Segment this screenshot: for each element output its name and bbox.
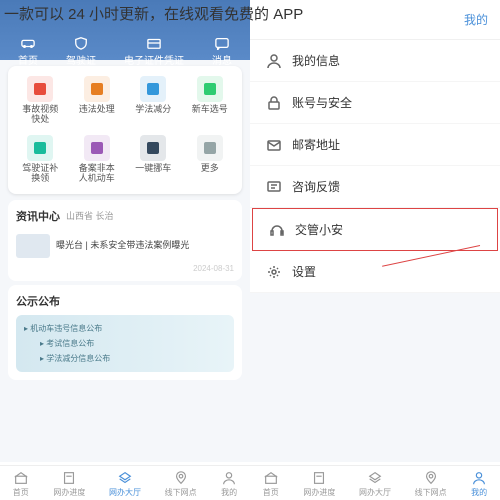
notice-title: 公示公布 <box>16 293 234 309</box>
page-title: 一款可以 24 小时更新，在线观看免费的 APP <box>4 4 303 25</box>
nav-3[interactable]: 线下网点 <box>415 470 447 498</box>
grid-item-4[interactable]: 驾驶证补换领 <box>12 135 69 184</box>
nav-2[interactable]: 网办大厅 <box>359 470 391 498</box>
notice-item[interactable]: ▸ 学法减分信息公布 <box>24 351 226 366</box>
right-app-screenshot: 我的 我的信息 账号与安全 邮寄地址 咨询反馈 交管小安 设置 首页 网办进度 … <box>250 0 500 500</box>
notice-item[interactable]: ▸ 考试信息公布 <box>24 336 226 351</box>
grid-item-1[interactable]: 违法处理 <box>69 76 126 125</box>
nav-3[interactable]: 线下网点 <box>165 470 197 498</box>
menu-label: 邮寄地址 <box>292 136 340 153</box>
grid-item-2[interactable]: 学法减分 <box>125 76 182 125</box>
right-header-title: 我的 <box>464 11 488 28</box>
menu-label: 设置 <box>292 263 316 280</box>
nav-4[interactable]: 我的 <box>220 470 238 498</box>
grid-item-7[interactable]: 更多 <box>182 135 239 184</box>
nav-4[interactable]: 我的 <box>470 470 488 498</box>
menu-user[interactable]: 我的信息 <box>250 40 500 82</box>
top-tab-card[interactable]: 电子证件凭证 <box>124 36 184 67</box>
menu-label: 我的信息 <box>292 52 340 69</box>
grid-item-3[interactable]: 新车选号 <box>182 76 239 125</box>
menu-feedback[interactable]: 咨询反馈 <box>250 166 500 208</box>
grid-item-5[interactable]: 备案非本人机动车 <box>69 135 126 184</box>
nav-1[interactable]: 网办进度 <box>53 470 85 498</box>
news-item[interactable]: 曝光台 | 未系安全带违法案例曝光 <box>16 230 234 262</box>
grid-item-6[interactable]: 一键挪车 <box>125 135 182 184</box>
menu-lock[interactable]: 账号与安全 <box>250 82 500 124</box>
news-location: 山西省 长治 <box>66 209 114 222</box>
menu-gear[interactable]: 设置 <box>250 251 500 293</box>
menu-headset[interactable]: 交管小安 <box>252 208 498 251</box>
news-title: 资讯中心 <box>16 208 60 224</box>
top-tab-chat[interactable]: 消息 <box>212 36 232 67</box>
grid-item-0[interactable]: 事故视频快处 <box>12 76 69 125</box>
menu-mail[interactable]: 邮寄地址 <box>250 124 500 166</box>
left-app-screenshot: 首页 驾驶证 电子证件凭证 消息 事故视频快处 违法处理 学法减分 新车选号 驾… <box>0 0 250 500</box>
notice-item[interactable]: ▸ 机动车违号信息公布 <box>24 321 226 336</box>
menu-label: 交管小安 <box>295 221 343 238</box>
menu-label: 账号与安全 <box>292 94 352 111</box>
nav-1[interactable]: 网办进度 <box>303 470 335 498</box>
nav-2[interactable]: 网办大厅 <box>109 470 141 498</box>
top-tab-car[interactable]: 首页 <box>18 36 38 67</box>
news-thumb <box>16 234 50 258</box>
menu-label: 咨询反馈 <box>292 178 340 195</box>
nav-0[interactable]: 首页 <box>12 470 30 498</box>
top-tab-shield[interactable]: 驾驶证 <box>66 36 96 67</box>
nav-0[interactable]: 首页 <box>262 470 280 498</box>
